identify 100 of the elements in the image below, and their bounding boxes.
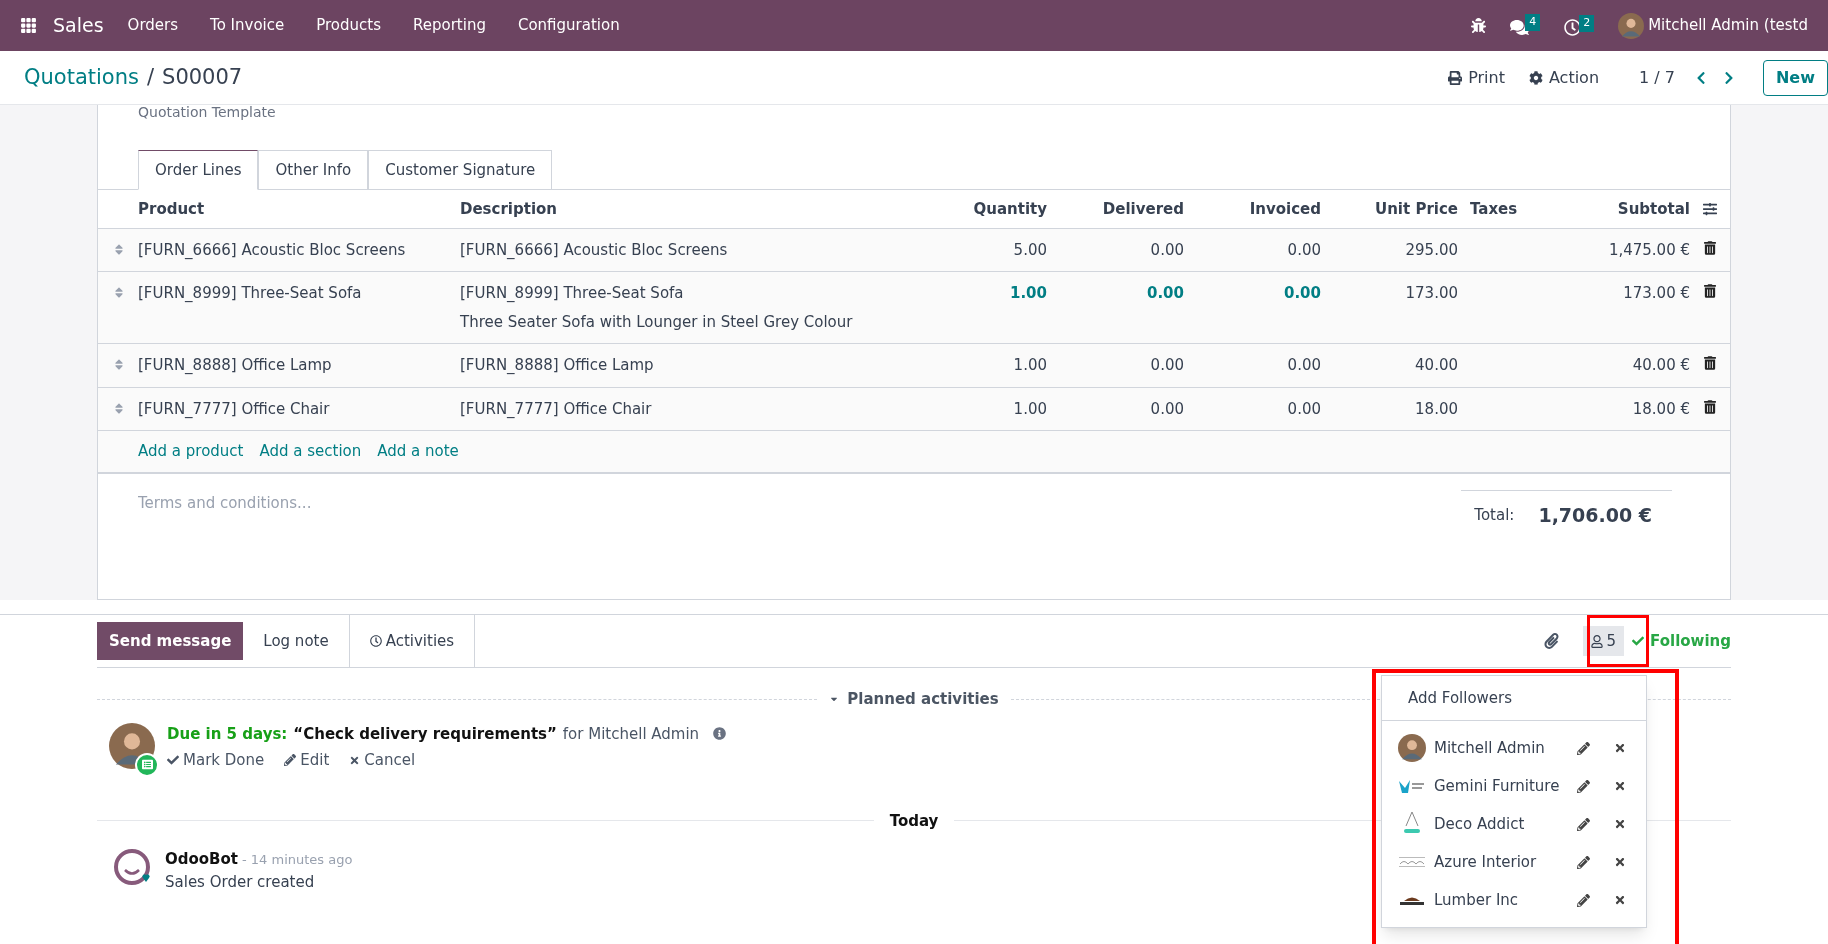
- clock-icon[interactable]: [1564, 19, 1582, 36]
- close-icon: [349, 754, 361, 766]
- pencil-icon[interactable]: [1577, 893, 1590, 907]
- drag-handle-icon[interactable]: [114, 286, 124, 299]
- follower-name[interactable]: Mitchell Admin: [1434, 736, 1577, 760]
- clock-icon: [369, 635, 382, 647]
- table-cell: 173.00: [1405, 284, 1458, 302]
- user-name[interactable]: Mitchell Admin (testd: [1648, 14, 1808, 37]
- remove-icon[interactable]: [1614, 894, 1626, 906]
- message-body: Sales Order created: [165, 871, 316, 893]
- tab[interactable]: Customer Signature: [368, 150, 553, 190]
- user-icon: [1590, 634, 1603, 648]
- table-cell: 40.00 €: [1632, 356, 1690, 374]
- avatar-icon: [1398, 734, 1426, 762]
- column-header[interactable]: Delivered: [1059, 190, 1196, 228]
- activity-count-badge: 2: [1579, 15, 1595, 32]
- debug-icon[interactable]: [1471, 18, 1487, 33]
- delete-icon[interactable]: [1704, 356, 1716, 370]
- drag-handle-icon[interactable]: [114, 242, 124, 256]
- log-note-button[interactable]: Log note: [243, 614, 349, 668]
- table-cell: 0.00: [1150, 399, 1184, 418]
- delete-icon[interactable]: [1704, 399, 1716, 414]
- action-button[interactable]: Action: [1528, 65, 1600, 90]
- table-cell: 18.00: [1415, 399, 1458, 418]
- pencil-icon[interactable]: [1577, 855, 1590, 869]
- menu-item[interactable]: To Invoice: [210, 14, 285, 37]
- column-header[interactable]: Unit Price: [1333, 190, 1470, 228]
- column-header[interactable]: Taxes: [1470, 190, 1550, 228]
- pencil-icon[interactable]: [1577, 817, 1590, 831]
- logo-icon: [1398, 856, 1426, 868]
- menu-item[interactable]: Products: [316, 14, 381, 37]
- add-line-link[interactable]: Add a note: [377, 440, 459, 463]
- tab[interactable]: Other Info: [258, 150, 369, 190]
- planned-activities-toggle[interactable]: Planned activities: [817, 688, 1011, 711]
- column-header[interactable]: Subtotal: [1550, 190, 1690, 228]
- next-icon[interactable]: [1722, 70, 1735, 85]
- table-cell-text: [FURN_8999] Three-Seat Sofa: [460, 283, 685, 304]
- follower-name[interactable]: Deco Addict: [1434, 812, 1577, 836]
- column-header[interactable]: Product: [138, 190, 460, 228]
- check-icon: [167, 754, 179, 767]
- add-line-link[interactable]: Add a product: [138, 440, 244, 463]
- table-cell-text: [FURN_6666] Acoustic Bloc Screens: [460, 239, 729, 261]
- add-followers-item[interactable]: Add Followers: [1408, 686, 1513, 710]
- table-cell: 173.00 €: [1623, 284, 1690, 302]
- remove-icon[interactable]: [1614, 856, 1626, 868]
- table-cell: [FURN_6666] Acoustic Bloc Screens: [138, 240, 406, 259]
- pencil-icon[interactable]: [1577, 779, 1590, 793]
- message-author[interactable]: OdooBot: [165, 848, 238, 871]
- delete-icon[interactable]: [1704, 284, 1716, 298]
- app-name[interactable]: Sales: [53, 11, 104, 40]
- message-count-badge: 4: [1525, 14, 1541, 31]
- breadcrumb-separator: /: [146, 63, 155, 91]
- follower-name[interactable]: Gemini Furniture: [1434, 774, 1577, 798]
- table-cell: [FURN_8888] Office Lamp: [138, 356, 332, 374]
- apps-menu-icon[interactable]: [20, 17, 37, 34]
- add-line-link[interactable]: Add a section: [259, 440, 362, 463]
- highlight-frame: [1587, 615, 1649, 667]
- delete-icon[interactable]: [1704, 240, 1716, 255]
- info-icon[interactable]: [713, 727, 727, 741]
- menu-item[interactable]: Orders: [127, 14, 179, 37]
- record-title: S00007: [162, 63, 243, 91]
- attachment-icon[interactable]: [1543, 633, 1559, 649]
- column-settings-icon[interactable]: [1703, 201, 1717, 216]
- followers-button[interactable]: 5: [1582, 626, 1625, 656]
- follower-name[interactable]: Lumber Inc: [1434, 888, 1577, 912]
- table-cell: 1,475.00 €: [1608, 240, 1690, 259]
- remove-icon[interactable]: [1614, 742, 1626, 754]
- table-cell: 0.00: [1150, 356, 1184, 374]
- column-header[interactable]: Description: [460, 190, 922, 228]
- activities-button[interactable]: Activities: [348, 614, 476, 668]
- tab[interactable]: Order Lines: [138, 150, 259, 190]
- logo-icon: [1398, 778, 1426, 794]
- table-cell: 1.00: [1013, 399, 1047, 418]
- follower-name[interactable]: Azure Interior: [1434, 850, 1577, 874]
- pencil-icon[interactable]: [1577, 741, 1590, 755]
- print-button[interactable]: Print: [1448, 65, 1505, 90]
- remove-icon[interactable]: [1614, 818, 1626, 830]
- terms-field[interactable]: Terms and conditions...: [138, 489, 1461, 516]
- send-message-button[interactable]: Send message: [97, 622, 244, 660]
- table-cell-text: [FURN_7777] Office Chair: [460, 398, 653, 420]
- remove-icon[interactable]: [1614, 780, 1626, 792]
- table-cell: [FURN_7777] Office Chair: [138, 399, 330, 418]
- activity-action-button[interactable]: Cancel: [349, 749, 416, 772]
- new-button[interactable]: New: [1762, 59, 1828, 96]
- menu-item[interactable]: Configuration: [517, 14, 620, 37]
- check-icon: [1632, 635, 1645, 647]
- activity-assignee: for Mitchell Admin: [562, 723, 700, 745]
- pencil-icon: [284, 754, 297, 767]
- column-header[interactable]: Quantity: [922, 190, 1059, 228]
- activity-action-button[interactable]: Edit: [284, 749, 330, 772]
- table-cell: 0.00: [1150, 240, 1184, 259]
- activity-action-button[interactable]: Mark Done: [167, 749, 265, 772]
- drag-handle-icon[interactable]: [114, 358, 124, 371]
- breadcrumb-link[interactable]: Quotations: [24, 61, 139, 94]
- pager-value: 1 / 7: [1639, 66, 1675, 89]
- total-value: 1,706.00 €: [1538, 502, 1652, 528]
- table-cell-text: Three Seater Sofa with Lounger in Steel Grey Colour: [460, 311, 854, 333]
- column-header[interactable]: Invoiced: [1196, 190, 1333, 228]
- menu-item[interactable]: Reporting: [413, 14, 486, 37]
- drag-handle-icon[interactable]: [114, 401, 124, 415]
